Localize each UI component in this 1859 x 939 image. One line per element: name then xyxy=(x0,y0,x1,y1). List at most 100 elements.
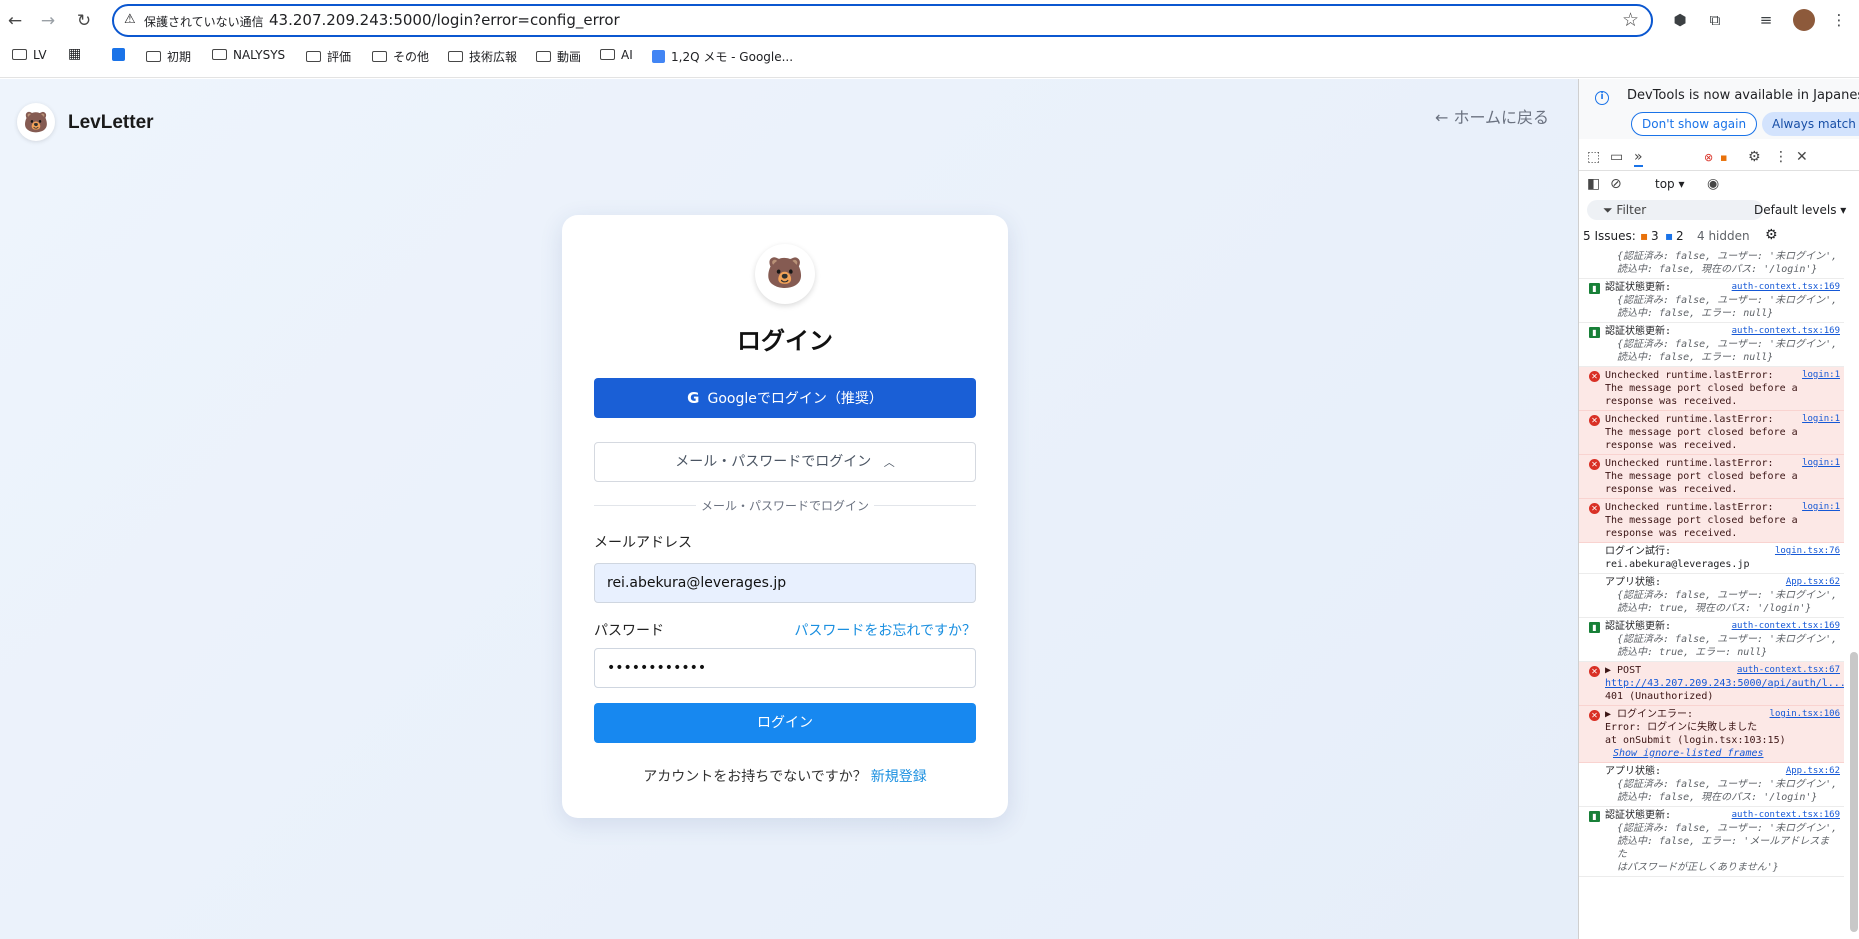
clear-console-icon[interactable]: ⊘ xyxy=(1610,176,1622,192)
console-source-link[interactable]: auth-context.tsx:169 xyxy=(1732,620,1840,633)
console-entry[interactable]: ✕ Unchecked runtime.lastError: login:1 The … xyxy=(1579,367,1844,411)
folder-icon xyxy=(306,51,321,62)
console-entry-line: response was received. xyxy=(1605,484,1738,495)
issue-info-icon: ▪ xyxy=(1665,229,1674,243)
console-entry[interactable]: {認証済み: false, ユーザー: '未ログイン', 読込中: false, … xyxy=(1579,248,1844,279)
bookmark-google-doc[interactable]: 1,2Q メモ - Google... xyxy=(652,48,793,65)
console-entry-line[interactable]: Show ignore-listed frames xyxy=(1605,747,1838,760)
bookmark-folder-gijutsu[interactable]: 技術広報 xyxy=(448,48,517,65)
console-entry[interactable]: ✕ ▶ POST auth-context.tsx:67 http://43.207.… xyxy=(1579,662,1844,706)
console-entry[interactable]: アプリ状態: App.tsx:62 {認証済み: false, ユーザー: '未ログ… xyxy=(1579,763,1844,807)
close-icon[interactable]: ✕ xyxy=(1796,149,1808,165)
dont-show-again-button[interactable]: Don't show again xyxy=(1631,112,1758,136)
console-entry[interactable]: ▮ 認証状態更新: auth-context.tsx:169 {認証済み: false… xyxy=(1579,618,1844,662)
console-entry[interactable]: ▮ 認証状態更新: auth-context.tsx:169 {認証済み: false… xyxy=(1579,807,1844,877)
console-scrollbar[interactable] xyxy=(1850,652,1858,932)
console-entry[interactable]: ✕ Unchecked runtime.lastError: login:1 The … xyxy=(1579,499,1844,543)
console-entry-line: The message port closed before a xyxy=(1605,515,1798,526)
more-tabs-icon[interactable]: » xyxy=(1634,149,1643,167)
settings-gear-icon[interactable]: ⚙ xyxy=(1765,227,1778,243)
warning-icon[interactable]: ⚠ xyxy=(124,12,136,27)
console-entry-line: {認証済み: false, ユーザー: '未ログイン', xyxy=(1617,634,1838,645)
forgot-password-link[interactable]: パスワードをお忘れですか？ xyxy=(794,620,976,640)
context-select[interactable]: top ▾ xyxy=(1655,177,1685,191)
console-source-link[interactable]: auth-context.tsx:169 xyxy=(1732,809,1840,822)
extension-hex-icon[interactable]: ⬢ xyxy=(1669,9,1691,31)
console-source-link[interactable]: login.tsx:106 xyxy=(1770,708,1840,721)
issues-bar[interactable]: 5 Issues: ▪ 3 ▪ 2 4 hidden ⚙ xyxy=(1579,225,1859,247)
bookmark-folder-lv[interactable]: LV xyxy=(12,48,47,62)
url-text[interactable]: 43.207.209.243:5000/login?error=config_e… xyxy=(269,11,620,29)
devtools-panel: i DevTools is now available in Japanese … xyxy=(1578,79,1859,939)
inspect-icon[interactable]: ⬚ xyxy=(1587,149,1600,165)
console-entry-line: 読込中: false, 現在のパス: '/login'} xyxy=(1617,264,1818,275)
console-filter-input[interactable]: ⏷ Filter xyxy=(1587,200,1763,220)
password-field[interactable]: •••••••••••• xyxy=(594,648,976,688)
settings-gear-icon[interactable]: ⚙ xyxy=(1748,149,1761,165)
profile-avatar[interactable] xyxy=(1793,9,1815,31)
console-source-link[interactable]: login:1 xyxy=(1802,501,1840,514)
console-entry[interactable]: ▮ 認証状態更新: auth-context.tsx:169 {認証済み: false… xyxy=(1579,279,1844,323)
email-field[interactable]: rei.abekura@leverages.jp xyxy=(594,563,976,603)
email-login-toggle[interactable]: メール・パスワードでログイン ︿ xyxy=(594,442,976,482)
always-match-button[interactable]: Always match Chrome's language xyxy=(1762,112,1859,136)
bookmark-folder-ai[interactable]: AI xyxy=(600,48,633,62)
browser-toolbar: ← → ↻ ⚠ 保護されていない通信 43.207.209.243:5000/l… xyxy=(0,0,1859,78)
address-bar[interactable]: ⚠ 保護されていない通信 43.207.209.243:5000/login?e… xyxy=(112,4,1653,37)
apps-grid-icon[interactable]: ▦ xyxy=(68,46,81,62)
console-entry[interactable]: ログイン試行: login.tsx:76 rei.abekura@leverages… xyxy=(1579,543,1844,574)
sidebar-toggle-icon[interactable]: ◧ xyxy=(1587,176,1600,192)
console-source-link[interactable]: App.tsx:62 xyxy=(1786,576,1840,589)
console-source-link[interactable]: login:1 xyxy=(1802,369,1840,382)
console-source-link[interactable]: login.tsx:76 xyxy=(1775,545,1840,558)
console-entry-line: http://43.207.209.243:5000/api/auth/l... xyxy=(1605,678,1844,689)
console-source-link[interactable]: App.tsx:62 xyxy=(1786,765,1840,778)
back-icon[interactable]: ← xyxy=(4,10,26,32)
forward-icon[interactable]: → xyxy=(37,10,59,32)
menu-kebab-icon[interactable]: ⋮ xyxy=(1828,9,1850,31)
console-source-link[interactable]: auth-context.tsx:67 xyxy=(1737,664,1840,677)
bookmark-calendar[interactable] xyxy=(112,48,131,62)
reload-icon[interactable]: ↻ xyxy=(73,10,95,32)
bookmark-folder-shoki[interactable]: 初期 xyxy=(146,48,191,65)
console-entry[interactable]: ✕ ▶ ログインエラー: login.tsx:106 Error: ログインに失敗しま… xyxy=(1579,706,1844,763)
bookmark-folder-nalysys[interactable]: NALYSYS xyxy=(212,48,285,62)
log-levels-select[interactable]: Default levels ▾ xyxy=(1754,203,1846,217)
error-count-icon[interactable]: ⊗ xyxy=(1704,151,1713,164)
console-entry[interactable]: ✕ Unchecked runtime.lastError: login:1 The … xyxy=(1579,411,1844,455)
google-login-button[interactable]: G Googleでログイン（推奨） xyxy=(594,378,976,418)
bear-logo-icon[interactable]: 🐻 xyxy=(17,103,55,141)
brand-name[interactable]: LevLetter xyxy=(68,112,154,134)
signup-link[interactable]: 新規登録 xyxy=(871,769,927,785)
home-link[interactable]: ← ホームに戻る xyxy=(1435,104,1549,128)
console-entry[interactable]: ✕ Unchecked runtime.lastError: login:1 The … xyxy=(1579,455,1844,499)
issue-info-count: 2 xyxy=(1676,229,1684,243)
warning-count-icon[interactable]: ▪ xyxy=(1720,151,1727,164)
divider-label: メール・パスワードでログイン xyxy=(700,499,869,513)
media-control-icon[interactable]: ≡ xyxy=(1755,9,1777,31)
security-label[interactable]: 保護されていない通信 xyxy=(144,13,264,30)
bookmark-folder-douga[interactable]: 動画 xyxy=(536,48,581,65)
chart-bar-icon: ▮ xyxy=(1589,327,1600,338)
page-viewport: 🐻 LevLetter ← ホームに戻る 🐻 ログイン G Googleでログイン… xyxy=(0,79,1578,939)
devtools-tabbar: ⬚ ▭ » ⊗ ▪ ⚙ ⋮ ✕ xyxy=(1579,145,1859,171)
bookmark-folder-hyoka[interactable]: 評価 xyxy=(306,48,351,65)
device-toggle-icon[interactable]: ▭ xyxy=(1610,149,1623,165)
eye-icon[interactable]: ◉ xyxy=(1707,176,1719,192)
more-options-icon[interactable]: ⋮ xyxy=(1774,149,1788,165)
error-icon: ✕ xyxy=(1589,459,1600,470)
login-button[interactable]: ログイン xyxy=(594,703,976,743)
bookmark-folder-sonota[interactable]: その他 xyxy=(372,48,429,65)
console-entry[interactable]: ▮ 認証状態更新: auth-context.tsx:169 {認証済み: false… xyxy=(1579,323,1844,367)
console-source-link[interactable]: login:1 xyxy=(1802,413,1840,426)
console-source-link[interactable]: auth-context.tsx:169 xyxy=(1732,325,1840,338)
console-entry[interactable]: アプリ状態: App.tsx:62 {認証済み: false, ユーザー: '未ログ… xyxy=(1579,574,1844,618)
console-source-link[interactable]: login:1 xyxy=(1802,457,1840,470)
extensions-puzzle-icon[interactable]: ⧉ xyxy=(1704,9,1726,31)
login-card: 🐻 ログイン G Googleでログイン（推奨） メール・パスワードでログイン ︿… xyxy=(562,215,1008,818)
bookmark-star-icon[interactable]: ☆ xyxy=(1622,9,1639,31)
google-icon: G xyxy=(687,389,700,407)
folder-icon xyxy=(600,49,615,60)
console-source-link[interactable]: auth-context.tsx:169 xyxy=(1732,281,1840,294)
info-icon: i xyxy=(1595,91,1609,105)
